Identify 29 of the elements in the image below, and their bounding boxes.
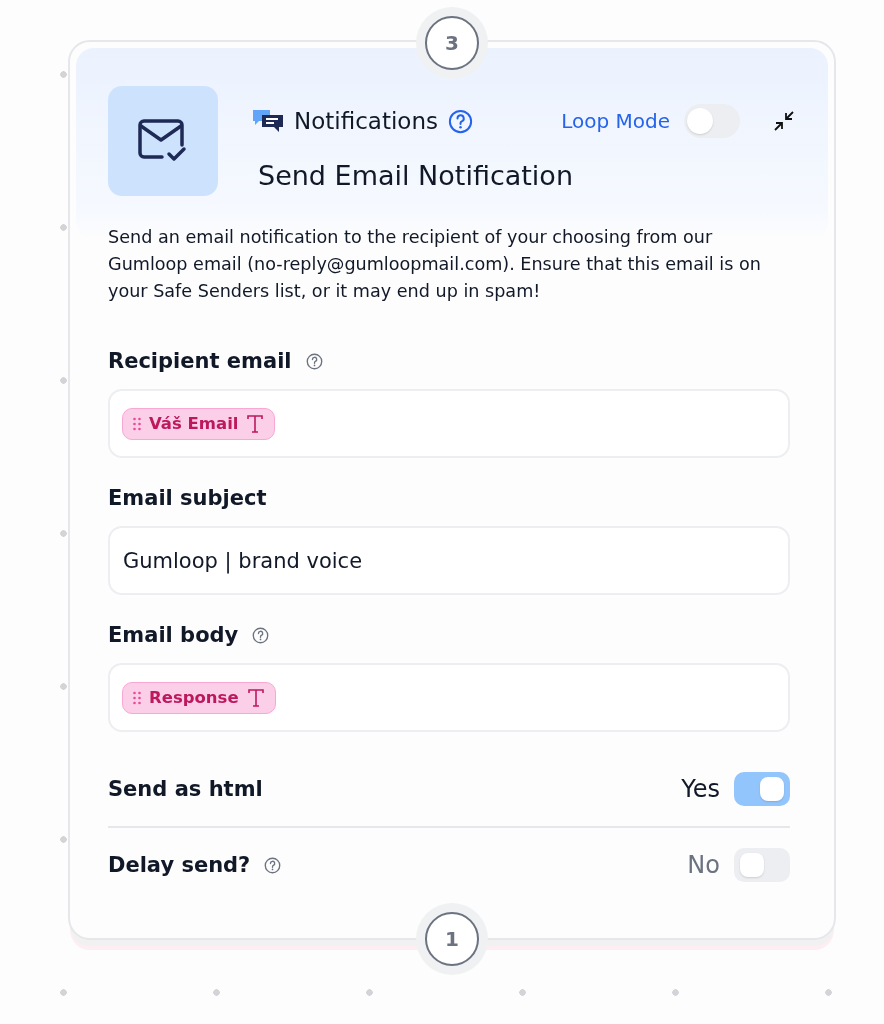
field-label: Email subject [108, 486, 267, 510]
input-field[interactable]: Response [108, 663, 790, 732]
toggle-switch[interactable] [684, 104, 740, 138]
input-field[interactable]: Gumloop | brand voice [108, 526, 790, 595]
toggle-switch[interactable] [734, 848, 790, 882]
drag-handle-icon[interactable] [133, 690, 141, 705]
collapse-icon[interactable] [772, 109, 796, 133]
text-type-icon [246, 413, 265, 434]
toggle-state-text: No [687, 851, 720, 879]
drag-handle-icon[interactable] [133, 416, 141, 431]
field-label: Recipient email [108, 349, 292, 373]
node-title: Send Email Notification [257, 160, 574, 191]
category-label: Notifications [294, 108, 438, 134]
help-icon[interactable] [447, 108, 473, 134]
variable-tag[interactable]: Váš Email [122, 407, 276, 440]
toggle-switch[interactable] [734, 772, 790, 806]
help-icon[interactable] [264, 856, 282, 874]
field-label: Send as html [108, 777, 263, 801]
description: Send an email notification to the recipient of your choosing from our Gumloop email (no-reply@gumloopmail.com). Ensure that this email is on your Safe Senders list, or it may end up in spam! [108, 226, 762, 303]
input-field[interactable]: Váš Email [108, 389, 790, 458]
help-icon[interactable] [252, 626, 270, 644]
chat-bubbles-icon [252, 108, 284, 134]
field-label: Delay send? [108, 853, 251, 877]
toggle-state-text: Yes [681, 775, 720, 803]
text-type-icon [246, 687, 265, 708]
variable-tag[interactable]: Response [122, 681, 276, 714]
loop-mode-label: Loop Mode [561, 109, 670, 133]
field-label: Email body [108, 623, 239, 647]
help-icon[interactable] [305, 352, 323, 370]
